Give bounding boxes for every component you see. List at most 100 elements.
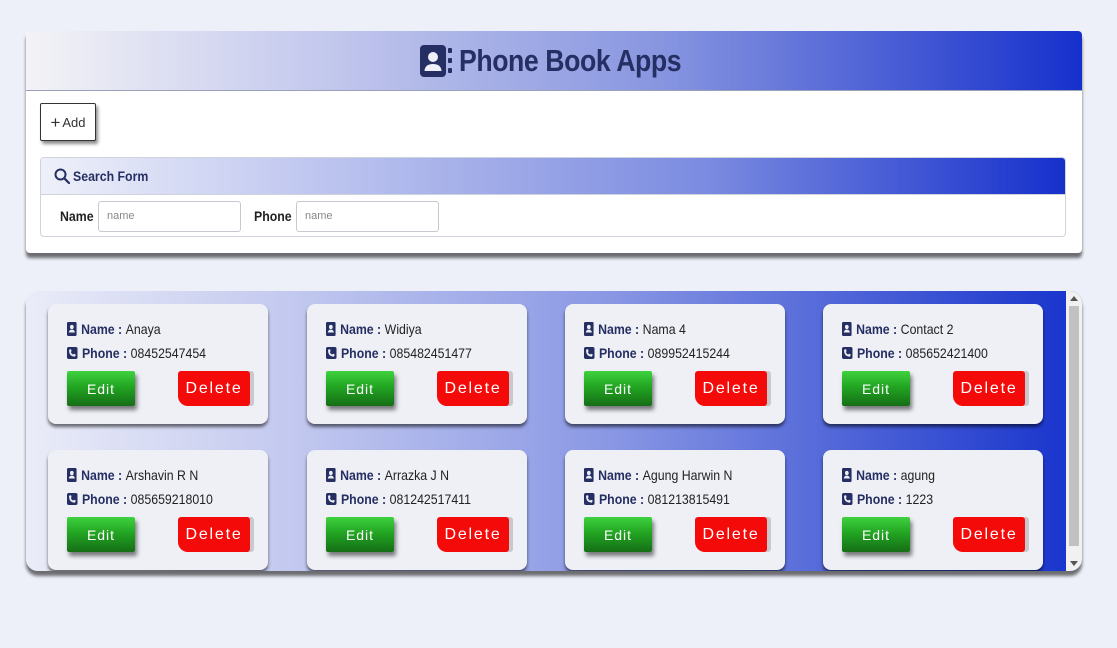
contact-phone: 1223	[905, 491, 934, 507]
phone-label: Phone :	[598, 345, 645, 361]
delete-button[interactable]: Delete	[437, 371, 509, 406]
contact-card: Name : Nama 4 Phone : 089952415244 Edit …	[565, 304, 785, 424]
contact-list[interactable]: Name : Anaya Phone : 08452547454 Edit De…	[26, 291, 1082, 571]
contact-card: Name : agung Phone : 1223 Edit Delete	[823, 450, 1043, 570]
contact-name: agung	[900, 467, 935, 483]
scroll-up-arrow-icon[interactable]	[1070, 296, 1078, 301]
contact-phone: 081242517411	[389, 491, 471, 507]
contact-card-icon	[67, 468, 77, 482]
contact-phone: 085659218010	[130, 491, 213, 507]
contact-name: Arshavin R N	[125, 467, 199, 483]
contact-book-icon	[419, 44, 452, 77]
edit-button[interactable]: Edit	[67, 371, 135, 406]
contact-phone: 081213815491	[647, 491, 730, 507]
contact-phone: 085652421400	[905, 345, 988, 361]
contact-card: Name : Arshavin R N Phone : 085659218010…	[48, 450, 268, 570]
phone-icon	[842, 347, 853, 359]
phone-icon	[842, 493, 853, 505]
phone-label: Phone :	[81, 345, 128, 361]
contact-card: Name : Widiya Phone : 085482451477 Edit …	[307, 304, 527, 424]
delete-button[interactable]: Delete	[437, 517, 509, 552]
contact-phone-line: Phone : 081213815491	[584, 491, 730, 507]
name-label: Name :	[340, 467, 382, 483]
app-title: Phone Book Apps	[458, 42, 682, 78]
edit-button[interactable]: Edit	[842, 517, 910, 552]
search-form-title: Search Form	[73, 168, 149, 184]
search-fields: Name Phone	[41, 195, 1065, 236]
name-label: Name :	[856, 321, 898, 337]
search-icon	[54, 168, 70, 184]
phone-icon	[326, 347, 337, 359]
edit-button[interactable]: Edit	[584, 517, 652, 552]
phone-icon	[67, 347, 78, 359]
contact-name-line: Name : Widiya	[326, 321, 422, 337]
search-phone-label: Phone	[254, 208, 292, 224]
contact-card-icon	[326, 468, 336, 482]
name-label: Name :	[81, 321, 123, 337]
contact-name-line: Name : Contact 2	[842, 321, 953, 337]
contact-card-icon	[67, 322, 77, 336]
phone-icon	[67, 493, 78, 505]
contact-card: Name : Anaya Phone : 08452547454 Edit De…	[48, 304, 268, 424]
contact-name: Agung Harwin N	[642, 467, 733, 483]
contact-phone-line: Phone : 085482451477	[326, 345, 472, 361]
phone-icon	[584, 493, 595, 505]
contact-phone-line: Phone : 085652421400	[842, 345, 988, 361]
contact-phone-line: Phone : 085659218010	[67, 491, 213, 507]
contact-name-line: Name : Arshavin R N	[67, 467, 198, 483]
contact-card-icon	[584, 468, 594, 482]
search-name-input[interactable]	[98, 200, 241, 232]
edit-button[interactable]: Edit	[326, 517, 394, 552]
phone-label: Phone :	[340, 345, 387, 361]
scrollbar[interactable]	[1066, 291, 1082, 571]
name-label: Name :	[598, 321, 640, 337]
edit-button[interactable]: Edit	[584, 371, 652, 406]
contact-card: Name : Agung Harwin N Phone : 0812138154…	[565, 450, 785, 570]
edit-button[interactable]: Edit	[842, 371, 910, 406]
add-contact-button[interactable]: + Add	[40, 103, 96, 141]
scroll-down-arrow-icon[interactable]	[1070, 561, 1078, 566]
delete-button[interactable]: Delete	[695, 371, 767, 406]
phone-label: Phone :	[856, 491, 903, 507]
scrollbar-thumb[interactable]	[1069, 306, 1079, 546]
contact-name-line: Name : Anaya	[67, 321, 161, 337]
contact-card-icon	[842, 468, 852, 482]
phone-icon	[584, 347, 595, 359]
contact-phone: 089952415244	[647, 345, 730, 361]
phone-label: Phone :	[598, 491, 645, 507]
add-button-label: Add	[62, 114, 86, 130]
name-label: Name :	[81, 467, 123, 483]
phone-label: Phone :	[340, 491, 387, 507]
contact-name-line: Name : Nama 4	[584, 321, 686, 337]
phone-icon	[326, 493, 337, 505]
delete-button[interactable]: Delete	[695, 517, 767, 552]
search-form-header: Search Form	[41, 158, 1065, 195]
delete-button[interactable]: Delete	[178, 517, 250, 552]
delete-button[interactable]: Delete	[953, 517, 1025, 552]
app-panel: Phone Book Apps + Add Search Form Name P…	[26, 31, 1082, 253]
search-phone-input[interactable]	[296, 200, 439, 232]
delete-button[interactable]: Delete	[178, 371, 250, 406]
contact-name: Widiya	[384, 321, 422, 337]
name-label: Name :	[340, 321, 382, 337]
phone-label: Phone :	[856, 345, 903, 361]
contact-name-line: Name : Arrazka J N	[326, 467, 449, 483]
contact-phone-line: Phone : 08452547454	[67, 345, 206, 361]
contact-name-line: Name : Agung Harwin N	[584, 467, 732, 483]
contact-name: Arrazka J N	[384, 467, 450, 483]
contact-phone: 085482451477	[389, 345, 472, 361]
phone-label: Phone :	[81, 491, 128, 507]
delete-button[interactable]: Delete	[953, 371, 1025, 406]
contact-card-icon	[326, 322, 336, 336]
edit-button[interactable]: Edit	[326, 371, 394, 406]
contact-phone-line: Phone : 081242517411	[326, 491, 471, 507]
edit-button[interactable]: Edit	[67, 517, 135, 552]
contact-name-line: Name : agung	[842, 467, 935, 483]
contact-phone-line: Phone : 1223	[842, 491, 933, 507]
search-name-label: Name	[60, 208, 94, 224]
contact-phone-line: Phone : 089952415244	[584, 345, 730, 361]
name-label: Name :	[598, 467, 640, 483]
contact-card: Name : Arrazka J N Phone : 081242517411 …	[307, 450, 527, 570]
contact-phone: 08452547454	[130, 345, 207, 361]
search-form: Search Form Name Phone	[40, 157, 1066, 237]
